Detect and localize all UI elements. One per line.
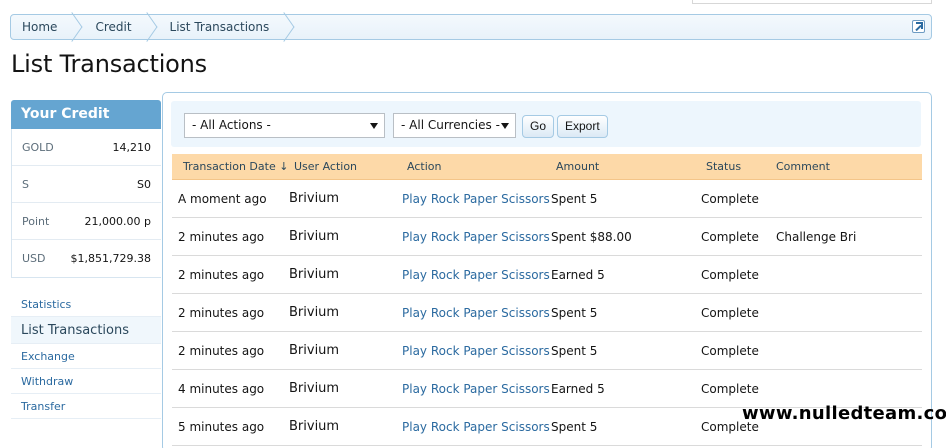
filter-bar: - All Actions - - All Currencies - Go Ex…: [171, 101, 921, 147]
cell-action-link[interactable]: Play Rock Paper Scissors: [402, 382, 551, 396]
actions-select[interactable]: - All Actions -: [184, 113, 385, 138]
cell-amount: Spent $88.00: [551, 229, 632, 244]
cell-date: 5 minutes ago: [178, 419, 265, 434]
table-header: Transaction Date ↓ User Action Action Am…: [172, 154, 922, 180]
nav-item-exchange[interactable]: Exchange: [11, 344, 161, 369]
cell-date: 2 minutes ago: [178, 267, 265, 282]
cell-action-link[interactable]: Play Rock Paper Scissors: [402, 268, 551, 282]
column-header-status: Status: [706, 160, 742, 173]
nav-item-list-transactions[interactable]: List Transactions: [11, 317, 161, 344]
cell-action-link[interactable]: Play Rock Paper Scissors: [402, 306, 551, 320]
cell-amount: Earned 5: [551, 381, 605, 396]
column-header-transaction-date[interactable]: Transaction Date ↓: [172, 160, 289, 173]
cell-user: Brivium: [289, 229, 340, 244]
cell-amount: Spent 5: [551, 191, 598, 206]
credit-row-s: S S0: [12, 166, 161, 203]
credit-value: $1,851,729.38: [70, 252, 151, 265]
cell-user: Brivium: [289, 305, 340, 320]
cell-comment: Challenge Bri: [776, 229, 857, 244]
column-header-comment: Comment: [776, 160, 830, 173]
cell-status: Complete: [701, 381, 759, 396]
cell-action-link[interactable]: Play Rock Paper Scissors: [402, 230, 551, 244]
credit-row-usd: USD $1,851,729.38: [12, 240, 161, 277]
actions-select-value: - All Actions -: [192, 118, 271, 132]
breadcrumb-list-transactions[interactable]: List Transactions: [158, 15, 282, 39]
credit-value: 21,000.00 p: [84, 214, 151, 228]
column-header-user-action: User Action: [294, 160, 358, 173]
dropdown-arrow-icon: [501, 123, 509, 129]
column-header-action: Action: [407, 160, 442, 173]
breadcrumb-separator: [69, 15, 83, 39]
table-row: 2 minutes ago Brivium Play Rock Paper Sc…: [172, 332, 922, 370]
sidebar: Your Credit GOLD 14,210 S S0 Point 21,00…: [11, 100, 161, 419]
nav-item-withdraw[interactable]: Withdraw: [11, 369, 161, 394]
nav-item-transfer[interactable]: Transfer: [11, 394, 161, 419]
page-title: List Transactions: [11, 50, 207, 78]
table-row: A moment ago Brivium Play Rock Paper Sci…: [172, 180, 922, 218]
credit-row-point: Point 21,000.00 p: [12, 203, 161, 240]
currencies-select-value: - All Currencies -: [401, 118, 500, 132]
dropdown-arrow-icon: [370, 123, 378, 129]
table-row: 2 minutes ago Brivium Play Rock Paper Sc…: [172, 256, 922, 294]
cell-amount: Spent 5: [551, 305, 598, 320]
your-credit-title: Your Credit: [11, 100, 161, 129]
breadcrumb-credit[interactable]: Credit: [83, 15, 143, 39]
breadcrumb-separator: [144, 15, 158, 39]
cell-user: Brivium: [289, 381, 340, 396]
cell-amount: Spent 5: [551, 343, 598, 358]
cell-date: 2 minutes ago: [178, 305, 265, 320]
credit-label: Point: [22, 214, 50, 228]
cell-status: Complete: [701, 343, 759, 358]
go-button[interactable]: Go: [522, 115, 555, 138]
breadcrumb-end-separator: [281, 15, 297, 39]
cell-user: Brivium: [289, 191, 340, 206]
cell-action-link[interactable]: Play Rock Paper Scissors: [402, 344, 551, 358]
cell-date: 4 minutes ago: [178, 381, 265, 396]
cell-action-link[interactable]: Play Rock Paper Scissors: [402, 192, 551, 206]
credit-label: GOLD: [22, 140, 54, 154]
credit-row-gold: GOLD 14,210: [12, 129, 161, 166]
credit-label: USD: [22, 252, 46, 265]
nav-item-statistics[interactable]: Statistics: [11, 292, 161, 317]
watermark-text: www.nulledteam.com: [742, 403, 946, 424]
export-button[interactable]: Export: [557, 115, 608, 138]
credit-balances: GOLD 14,210 S S0 Point 21,000.00 p USD $…: [11, 129, 161, 278]
cell-status: Complete: [701, 191, 759, 206]
transactions-panel: - All Actions - - All Currencies - Go Ex…: [162, 92, 932, 448]
cell-user: Brivium: [289, 343, 340, 358]
cell-amount: Spent 5: [551, 419, 598, 434]
cell-user: Brivium: [289, 419, 340, 434]
cell-date: A moment ago: [178, 191, 267, 206]
cell-action-link[interactable]: Play Rock Paper Scissors: [402, 420, 551, 434]
table-row: 2 minutes ago Brivium Play Rock Paper Sc…: [172, 218, 922, 256]
cell-user: Brivium: [289, 267, 340, 282]
cell-amount: Earned 5: [551, 267, 605, 282]
cell-status: Complete: [701, 267, 759, 282]
jump-to-icon[interactable]: [912, 20, 925, 33]
credit-value: 14,210: [112, 140, 152, 154]
credit-value: S0: [137, 177, 151, 191]
credit-nav: Statistics List Transactions Exchange Wi…: [11, 292, 161, 419]
table-row: 2 minutes ago Brivium Play Rock Paper Sc…: [172, 294, 922, 332]
cell-date: 2 minutes ago: [178, 343, 265, 358]
currencies-select[interactable]: - All Currencies -: [393, 113, 516, 138]
breadcrumb: Home Credit List Transactions: [10, 14, 932, 40]
cell-status: Complete: [701, 229, 759, 244]
top-search-box[interactable]: [692, 0, 932, 4]
cell-date: 2 minutes ago: [178, 229, 265, 244]
cell-status: Complete: [701, 305, 759, 320]
credit-label: S: [22, 177, 29, 191]
column-header-amount: Amount: [556, 160, 600, 173]
